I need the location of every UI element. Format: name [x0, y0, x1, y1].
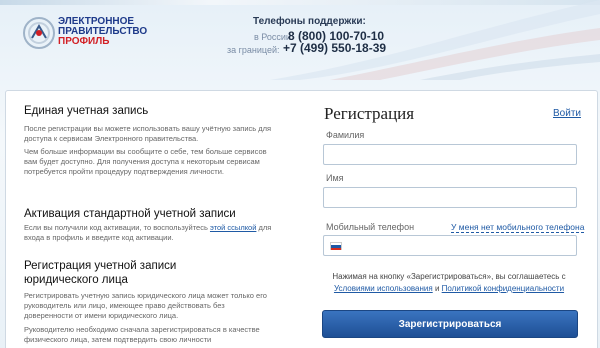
- legal-title-line-2: юридического лица: [24, 274, 128, 286]
- support-title: Телефоны поддержки:: [253, 16, 366, 27]
- section-text-legal-entity-1: Регистрировать учетную запись юридическо…: [24, 291, 267, 320]
- surname-input[interactable]: [323, 144, 577, 165]
- surname-label: Фамилия: [326, 130, 365, 140]
- section-text-activation: Если вы получили код активации, то воспо…: [24, 223, 274, 243]
- logo-line-3: ПРОФИЛЬ: [58, 36, 110, 47]
- support-abroad-phone[interactable]: +7 (499) 550-18-39: [283, 41, 386, 55]
- section-text-legal-entity-2: Руководителю необходимо сначала зарегист…: [24, 325, 260, 344]
- terms-link[interactable]: Условиями использования: [334, 284, 433, 293]
- form-title: Регистрация: [324, 104, 415, 123]
- gov-logo-text[interactable]: ЭЛЕКТРОННОЕ ПРАВИТЕЛЬСТВО ПРОФИЛЬ: [58, 17, 147, 47]
- agree-text-mid: и: [432, 284, 442, 293]
- register-button[interactable]: Зарегистрироваться: [322, 310, 578, 338]
- login-link[interactable]: Войти: [553, 108, 581, 119]
- agree-text-pre: Нажимая на кнопку «Зарегистрироваться», …: [332, 272, 566, 281]
- section-text-single-account-2: Чем больше информации вы сообщите о себе…: [24, 147, 267, 176]
- section-title-legal-entity: Регистрация учетной записи юридического л…: [24, 259, 176, 287]
- section-title-single-account: Единая учетная запись: [24, 105, 149, 117]
- section-title-activation: Активация стандартной учетной записи: [24, 208, 236, 220]
- phone-input[interactable]: [323, 235, 577, 256]
- section-text-single-account-1: После регистрации вы можете использовать…: [24, 124, 272, 143]
- legal-title-line-1: Регистрация учетной записи: [24, 260, 177, 272]
- support-abroad-label: за границей:: [227, 45, 280, 55]
- name-label: Имя: [326, 173, 344, 183]
- name-input[interactable]: [323, 187, 577, 208]
- header: ЭЛЕКТРОННОЕ ПРАВИТЕЛЬСТВО ПРОФИЛЬ Телефо…: [0, 0, 600, 80]
- activation-link[interactable]: этой ссылкой: [210, 223, 256, 232]
- russia-flag-icon[interactable]: [330, 242, 342, 250]
- no-phone-link[interactable]: У меня нет мобильного телефона: [451, 222, 585, 233]
- privacy-link[interactable]: Политикой конфиденциальности: [442, 284, 564, 293]
- activation-text-pre: Если вы получили код активации, то воспо…: [24, 223, 210, 232]
- phone-label: Мобильный телефон: [326, 222, 415, 232]
- agreement-text: Нажимая на кнопку «Зарегистрироваться», …: [324, 271, 574, 295]
- gov-logo-icon[interactable]: [22, 16, 56, 50]
